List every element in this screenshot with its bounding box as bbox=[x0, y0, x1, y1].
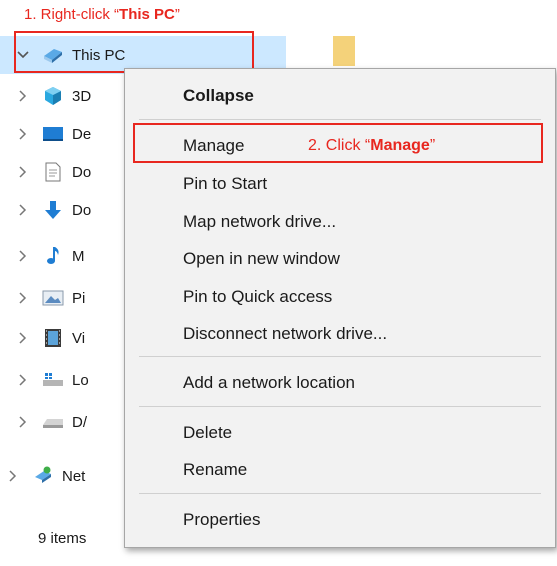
nav-item-label: Net bbox=[62, 467, 86, 485]
menu-separator bbox=[139, 356, 541, 357]
downloads-icon bbox=[42, 200, 64, 220]
nav-item-label: Do bbox=[72, 201, 92, 219]
network-icon bbox=[32, 466, 54, 486]
chevron-right-icon[interactable] bbox=[16, 89, 30, 103]
nav-item-pictures[interactable]: Pi bbox=[0, 282, 140, 314]
menu-item-delete[interactable]: Delete bbox=[183, 423, 232, 443]
menu-item-map-network-drive[interactable]: Map network drive... bbox=[183, 212, 336, 232]
nav-item-desktop[interactable]: De bbox=[0, 118, 140, 150]
nav-item-drive[interactable]: D/ bbox=[0, 406, 140, 438]
chevron-right-icon[interactable] bbox=[16, 249, 30, 263]
nav-item-local-disk[interactable]: Lo bbox=[0, 364, 140, 396]
desktop-icon bbox=[42, 124, 64, 144]
menu-item-properties[interactable]: Properties bbox=[183, 510, 260, 530]
documents-icon bbox=[42, 162, 64, 182]
menu-item-rename[interactable]: Rename bbox=[183, 460, 247, 480]
videos-icon bbox=[42, 328, 64, 348]
nav-item-label: 3D bbox=[72, 87, 92, 105]
nav-item-label: Pi bbox=[72, 289, 86, 307]
local-disk-icon bbox=[42, 370, 64, 390]
menu-separator bbox=[139, 406, 541, 407]
step2-highlight-box bbox=[133, 123, 543, 163]
nav-item-label: De bbox=[72, 125, 92, 143]
drive-icon bbox=[42, 412, 64, 432]
folder-icon-edge bbox=[333, 36, 355, 66]
nav-item-network[interactable]: Net bbox=[0, 460, 140, 492]
nav-item-documents[interactable]: Do bbox=[0, 156, 140, 188]
menu-item-add-network-location[interactable]: Add a network location bbox=[183, 373, 355, 393]
chevron-right-icon[interactable] bbox=[16, 165, 30, 179]
nav-item-3d-objects[interactable]: 3D bbox=[0, 80, 140, 112]
menu-separator bbox=[139, 493, 541, 494]
step1-annotation: 1. Right-click “This PC” bbox=[24, 6, 180, 23]
chevron-right-icon[interactable] bbox=[16, 331, 30, 345]
nav-item-downloads[interactable]: Do bbox=[0, 194, 140, 226]
3d-objects-icon bbox=[42, 86, 64, 106]
chevron-right-icon[interactable] bbox=[6, 469, 20, 483]
step1-highlight-box bbox=[14, 31, 254, 73]
menu-item-collapse[interactable]: Collapse bbox=[183, 86, 254, 106]
chevron-right-icon[interactable] bbox=[16, 203, 30, 217]
nav-item-label: M bbox=[72, 247, 85, 265]
nav-item-videos[interactable]: Vi bbox=[0, 322, 140, 354]
chevron-right-icon[interactable] bbox=[16, 127, 30, 141]
menu-item-disconnect-network-drive[interactable]: Disconnect network drive... bbox=[183, 324, 387, 344]
status-item-count: 9 items bbox=[38, 530, 87, 547]
chevron-right-icon[interactable] bbox=[16, 373, 30, 387]
menu-item-pin-to-start[interactable]: Pin to Start bbox=[183, 174, 267, 194]
menu-separator bbox=[139, 119, 541, 120]
nav-item-label: Vi bbox=[72, 329, 86, 347]
chevron-right-icon[interactable] bbox=[16, 415, 30, 429]
pictures-icon bbox=[42, 288, 64, 308]
nav-item-label: D/ bbox=[72, 413, 87, 431]
chevron-right-icon[interactable] bbox=[16, 291, 30, 305]
nav-item-music[interactable]: M bbox=[0, 240, 140, 272]
nav-item-label: Lo bbox=[72, 371, 89, 389]
menu-item-pin-quick-access[interactable]: Pin to Quick access bbox=[183, 287, 332, 307]
nav-item-label: Do bbox=[72, 163, 92, 181]
menu-item-open-new-window[interactable]: Open in new window bbox=[183, 249, 340, 269]
music-icon bbox=[42, 246, 64, 266]
